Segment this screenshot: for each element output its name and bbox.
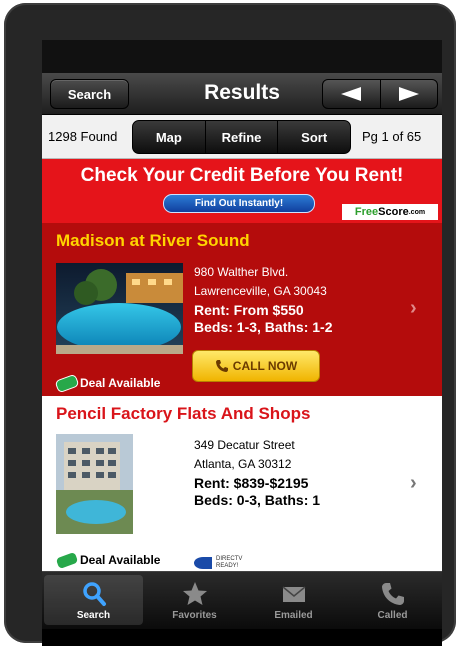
triangle-right-icon	[398, 87, 419, 101]
next-result-button[interactable]	[379, 80, 438, 108]
page-title: Results	[204, 81, 280, 104]
property-photo	[56, 263, 183, 354]
prev-next-control	[322, 79, 438, 109]
banner-headline: Check Your Credit Before You Rent!	[80, 165, 404, 186]
tab-emailed[interactable]: Emailed	[244, 572, 343, 629]
tab-favorites[interactable]: Favorites	[145, 572, 244, 629]
listing-name: Pencil Factory Flats And Shops	[56, 404, 311, 423]
deal-tag-icon	[54, 550, 80, 570]
results-count: 1298 Found	[48, 129, 118, 144]
refine-button[interactable]: Refine	[204, 121, 278, 153]
listing-rent-info: Rent: From $550 Beds: 1-3, Baths: 1-2	[194, 302, 333, 335]
search-icon	[82, 582, 106, 606]
envelope-icon	[282, 586, 305, 602]
property-photo	[56, 434, 133, 534]
status-bar	[42, 40, 442, 73]
listing-item[interactable]: Madison at River Sound 980 Walther Blvd.…	[42, 223, 442, 396]
chevron-right-icon: ›	[410, 297, 417, 319]
deal-available-badge: Deal Available	[54, 550, 160, 570]
tab-search[interactable]: Search	[44, 575, 143, 625]
deal-tag-icon	[54, 373, 80, 393]
app-screen: Search Results 1298 Found Map Refine Sor…	[42, 40, 442, 646]
directv-logo-icon	[194, 557, 212, 569]
view-segmented-control: Map Refine Sort	[132, 120, 351, 154]
chevron-right-icon: ›	[410, 472, 417, 494]
tab-called[interactable]: Called	[343, 572, 442, 629]
map-button[interactable]: Map	[133, 121, 205, 153]
directv-ready-badge: DIRECTV READY!	[194, 556, 242, 570]
triangle-left-icon	[341, 87, 362, 101]
navigation-bar: Search Results	[42, 73, 442, 115]
listing-address: 980 Walther Blvd. Lawrenceville, GA 3004…	[194, 265, 327, 298]
device-frame: Search Results 1298 Found Map Refine Sor…	[4, 3, 456, 646]
credit-ad-banner[interactable]: Check Your Credit Before You Rent! Find …	[42, 159, 442, 223]
tab-bar: Search Favorites Emailed Called	[42, 571, 442, 629]
find-out-button[interactable]: Find Out Instantly!	[163, 194, 315, 213]
listing-address: 349 Decatur Street Atlanta, GA 30312	[194, 438, 295, 471]
results-toolbar: 1298 Found Map Refine Sort Pg 1 of 65	[42, 115, 442, 159]
deal-available-badge: Deal Available	[54, 373, 160, 393]
back-search-button[interactable]: Search	[50, 79, 129, 109]
listing-name: Madison at River Sound	[56, 231, 250, 250]
sort-button[interactable]: Sort	[277, 121, 350, 153]
call-now-button[interactable]: CALL NOW	[192, 350, 320, 382]
freescore-logo: Free Score .com	[342, 204, 438, 220]
star-icon	[182, 582, 207, 605]
listing-rent-info: Rent: $839-$2195 Beds: 0-3, Baths: 1	[194, 475, 321, 508]
listing-item[interactable]: Pencil Factory Flats And Shops 349 Decat…	[42, 396, 442, 571]
phone-icon	[215, 360, 228, 372]
page-indicator: Pg 1 of 65	[362, 129, 422, 144]
previous-result-button[interactable]	[323, 80, 380, 108]
phone-icon	[381, 583, 404, 605]
